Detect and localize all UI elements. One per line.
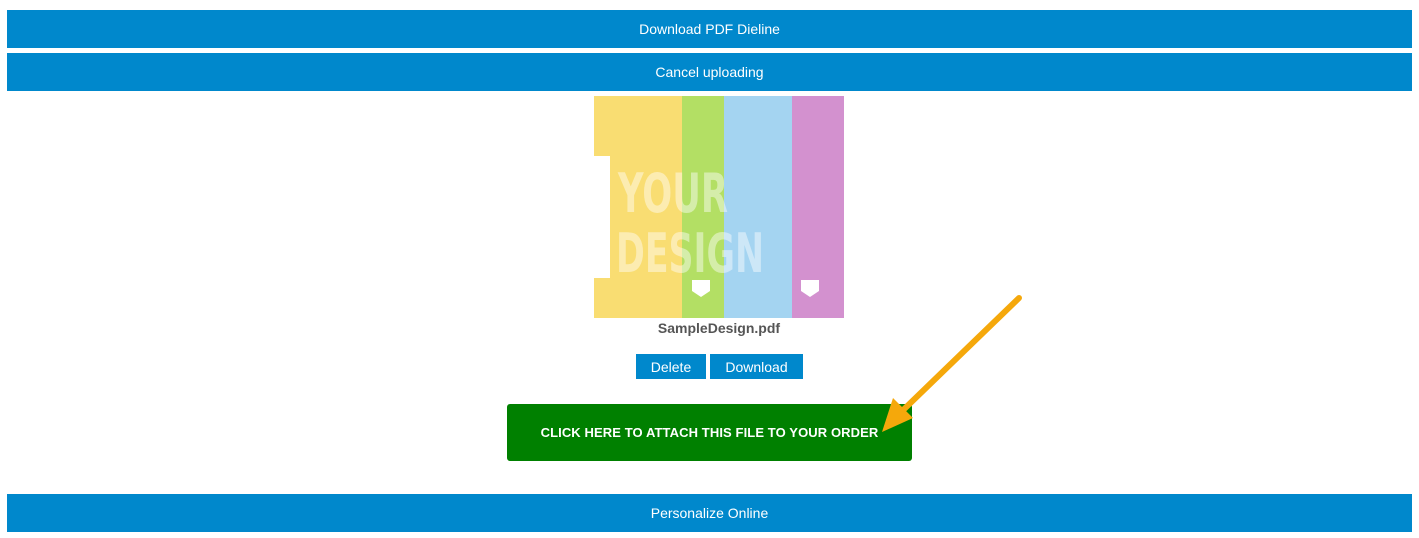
cancel-uploading-button[interactable]: Cancel uploading [7,53,1412,91]
upload-panel: Download PDF Dieline Cancel uploading YO… [0,0,1419,538]
preview-text-design: DESIGN [616,222,764,285]
file-preview-thumbnail: YOUR DESIGN [594,96,844,318]
preview-text-your: YOUR [617,162,728,225]
personalize-online-button[interactable]: Personalize Online [7,494,1412,532]
download-file-button[interactable]: Download [710,354,803,379]
attach-file-to-order-button[interactable]: CLICK HERE TO ATTACH THIS FILE TO YOUR O… [507,404,912,461]
file-name-label: SampleDesign.pdf [657,320,781,336]
preview-notch [594,156,610,278]
download-dieline-button[interactable]: Download PDF Dieline [7,10,1412,48]
delete-file-button[interactable]: Delete [636,354,706,379]
